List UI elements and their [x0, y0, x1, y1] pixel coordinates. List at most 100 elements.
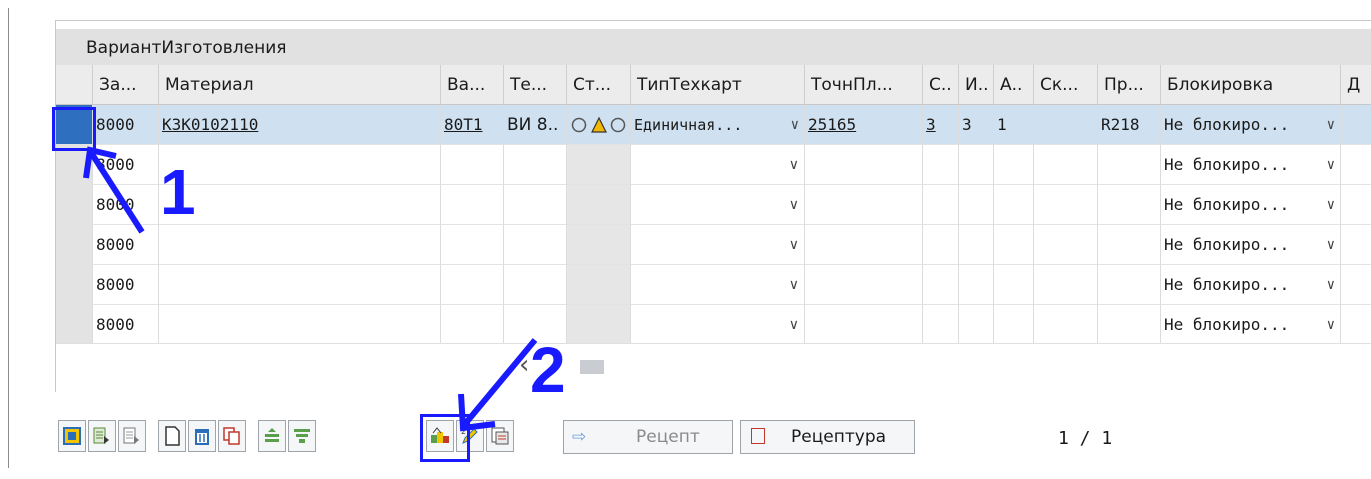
cell-te[interactable]: ВИ 8..	[504, 105, 567, 145]
col-header-te[interactable]: Те...	[504, 65, 567, 105]
cell-d[interactable]	[1341, 265, 1371, 305]
assign-button[interactable]	[58, 420, 86, 452]
col-header-material[interactable]: Материал	[159, 65, 441, 105]
cell-va[interactable]	[441, 265, 504, 305]
cell-a[interactable]: 1	[994, 105, 1034, 145]
col-header-c[interactable]: С..	[923, 65, 959, 105]
cell-te[interactable]	[504, 265, 567, 305]
cell-i[interactable]	[959, 265, 994, 305]
col-header-i[interactable]: И..	[959, 65, 994, 105]
cell-block-dropdown[interactable]: Не блокиро... ∨	[1161, 105, 1341, 145]
table-row[interactable]: 8000 КЗК0102110 80T1 ВИ 8.. Единичная...…	[56, 105, 1371, 145]
align-button[interactable]	[258, 420, 286, 452]
cell-va[interactable]	[441, 225, 504, 265]
cell-a[interactable]	[994, 305, 1034, 345]
cell-i[interactable]	[959, 185, 994, 225]
cell-te[interactable]	[504, 185, 567, 225]
cell-material[interactable]	[159, 145, 441, 185]
cell-type-dropdown[interactable]: ∨	[631, 305, 805, 345]
delete-row-button[interactable]	[188, 420, 216, 452]
col-header-va[interactable]: Ва...	[441, 65, 504, 105]
chevron-down-icon[interactable]: ∨	[789, 145, 799, 184]
cell-te[interactable]	[504, 225, 567, 265]
cell-tochn[interactable]	[805, 305, 923, 345]
c-link[interactable]: 3	[926, 115, 936, 134]
cell-c[interactable]: 3	[923, 105, 959, 145]
row-selector[interactable]	[56, 265, 93, 305]
cell-d[interactable]	[1341, 145, 1371, 185]
cell-tochn[interactable]	[805, 185, 923, 225]
cell-type-dropdown[interactable]: ∨	[631, 265, 805, 305]
recept-button[interactable]: ⇨ Рецепт	[563, 420, 733, 454]
select-all-corner[interactable]	[56, 65, 93, 105]
tochn-link[interactable]: 25165	[808, 115, 856, 134]
table-row[interactable]: 8000 ∨ Не блокиро... ∨	[56, 145, 1371, 185]
cell-sk[interactable]	[1034, 105, 1098, 145]
cell-block-dropdown[interactable]: Не блокиро... ∨	[1161, 185, 1341, 225]
cell-material[interactable]	[159, 185, 441, 225]
chevron-down-icon[interactable]: ∨	[789, 185, 799, 224]
col-header-st[interactable]: Ст...	[567, 65, 631, 105]
cell-block-dropdown[interactable]: Не блокиро... ∨	[1161, 265, 1341, 305]
cell-a[interactable]	[994, 265, 1034, 305]
cell-tochn[interactable]	[805, 265, 923, 305]
cell-za[interactable]: 8000	[93, 305, 159, 345]
cell-c[interactable]	[923, 225, 959, 265]
chevron-down-icon[interactable]: ∨	[1327, 105, 1335, 144]
scroll-thumb[interactable]	[580, 360, 604, 374]
chevron-down-icon[interactable]: ∨	[789, 305, 799, 344]
receptura-button[interactable]: Рецептура	[740, 420, 915, 454]
cell-c[interactable]	[923, 265, 959, 305]
cell-va[interactable]	[441, 145, 504, 185]
chevron-down-icon[interactable]: ∨	[1327, 145, 1335, 184]
va-link[interactable]: 80T1	[444, 115, 483, 134]
copy-row-button[interactable]	[218, 420, 246, 452]
cell-sk[interactable]	[1034, 265, 1098, 305]
deselect-all-button[interactable]	[118, 420, 146, 452]
cell-c[interactable]	[923, 145, 959, 185]
cell-d[interactable]	[1341, 305, 1371, 345]
cell-sk[interactable]	[1034, 305, 1098, 345]
cell-type-dropdown[interactable]: ∨	[631, 145, 805, 185]
cell-te[interactable]	[504, 145, 567, 185]
table-row[interactable]: 8000 ∨ Не блокиро... ∨	[56, 185, 1371, 225]
cell-i[interactable]	[959, 225, 994, 265]
cell-pr[interactable]	[1098, 185, 1161, 225]
table-row[interactable]: 8000 ∨ Не блокиро... ∨	[56, 305, 1371, 345]
cell-material[interactable]	[159, 265, 441, 305]
cell-pr[interactable]	[1098, 145, 1161, 185]
cell-a[interactable]	[994, 185, 1034, 225]
cell-block-dropdown[interactable]: Не блокиро... ∨	[1161, 305, 1341, 345]
col-header-d[interactable]: Д	[1341, 65, 1371, 105]
chevron-down-icon[interactable]: ∨	[789, 265, 799, 304]
cell-c[interactable]	[923, 185, 959, 225]
material-link[interactable]: КЗК0102110	[162, 115, 258, 134]
new-row-button[interactable]	[158, 420, 186, 452]
cell-sk[interactable]	[1034, 145, 1098, 185]
cell-tochn[interactable]	[805, 145, 923, 185]
chevron-down-icon[interactable]: ∨	[1327, 305, 1335, 344]
cell-pr[interactable]	[1098, 265, 1161, 305]
cell-va[interactable]: 80T1	[441, 105, 504, 145]
cell-za[interactable]: 8000	[93, 105, 159, 145]
cell-i[interactable]	[959, 305, 994, 345]
col-header-za[interactable]: За...	[93, 65, 159, 105]
cell-d[interactable]	[1341, 225, 1371, 265]
cell-tochn[interactable]: 25165	[805, 105, 923, 145]
cell-pr[interactable]	[1098, 225, 1161, 265]
cell-za[interactable]: 8000	[93, 265, 159, 305]
col-header-a[interactable]: А..	[994, 65, 1034, 105]
cell-material[interactable]	[159, 225, 441, 265]
cell-i[interactable]	[959, 145, 994, 185]
cell-tochn[interactable]	[805, 225, 923, 265]
cell-sk[interactable]	[1034, 185, 1098, 225]
cell-block-dropdown[interactable]: Не блокиро... ∨	[1161, 225, 1341, 265]
col-header-sk[interactable]: Ск...	[1034, 65, 1098, 105]
cell-type-dropdown[interactable]: Единичная... ∨	[631, 105, 805, 145]
cell-pr[interactable]: R218	[1098, 105, 1161, 145]
cell-a[interactable]	[994, 225, 1034, 265]
chevron-down-icon[interactable]: ∨	[791, 105, 799, 144]
cell-material[interactable]: КЗК0102110	[159, 105, 441, 145]
chevron-down-icon[interactable]: ∨	[1327, 225, 1335, 264]
chevron-down-icon[interactable]: ∨	[1327, 185, 1335, 224]
